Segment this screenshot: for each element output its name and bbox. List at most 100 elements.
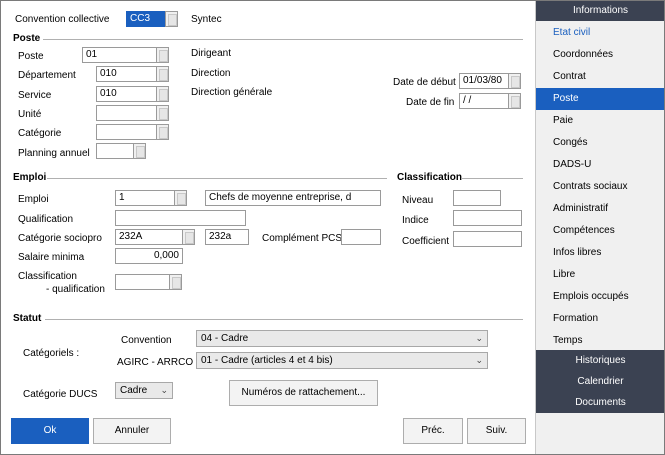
csp-lookup-button[interactable]	[182, 229, 195, 245]
salaire-input[interactable]: 0,000	[115, 248, 183, 264]
agirc-select[interactable]: 01 - Cadre (articles 4 et 4 bis) ⌄	[196, 352, 488, 369]
indice-input[interactable]	[453, 210, 522, 226]
indice-label: Indice	[402, 215, 429, 226]
categorie-lookup-button[interactable]	[156, 124, 169, 140]
classification-divider	[461, 178, 523, 179]
sidebar-item-infos-libres[interactable]: Infos libres	[536, 242, 664, 264]
convention-code-input[interactable]: CC3	[126, 11, 166, 27]
ducs-value: Cadre	[120, 385, 148, 396]
ducs-label: Catégorie DUCS	[23, 389, 98, 400]
sidebar-header: Informations	[536, 1, 664, 21]
chevron-down-icon: ⌄	[475, 355, 483, 365]
unite-label: Unité	[18, 109, 42, 120]
emploi-desc-input[interactable]: Chefs de moyenne entreprise, d	[205, 190, 381, 206]
sidebar-item-contrats-sociaux[interactable]: Contrats sociaux	[536, 176, 664, 198]
suiv-button[interactable]: Suiv.	[467, 418, 526, 444]
service-desc: Direction générale	[191, 87, 273, 98]
service-input[interactable]: 010	[96, 86, 157, 102]
statut-divider	[45, 319, 523, 320]
classif-label-2: - qualification	[46, 284, 105, 295]
emploi-divider	[47, 178, 387, 179]
classif-lookup-button[interactable]	[169, 274, 182, 290]
departement-lookup-button[interactable]	[156, 66, 169, 82]
agirc-label: AGIRC - ARRCO	[117, 357, 194, 368]
service-lookup-button[interactable]	[156, 86, 169, 102]
poste-lookup-button[interactable]	[156, 47, 169, 63]
rattachement-button[interactable]: Numéros de rattachement...	[229, 380, 378, 406]
unite-input[interactable]	[96, 105, 157, 121]
departement-desc: Direction	[191, 68, 231, 79]
date-fin-input[interactable]: / /	[459, 93, 509, 109]
classif-label-1: Classification	[18, 271, 77, 282]
convention-name: Syntec	[191, 14, 222, 25]
coefficient-input[interactable]	[453, 231, 522, 247]
ducs-select[interactable]: Cadre ⌄	[115, 382, 173, 399]
sidebar-item-documents[interactable]: Documents	[536, 392, 664, 413]
statut-convention-select[interactable]: 04 - Cadre ⌄	[196, 330, 488, 347]
statut-convention-label: Convention	[121, 335, 172, 346]
niveau-label: Niveau	[402, 195, 434, 206]
csp-input[interactable]: 232A	[115, 229, 183, 245]
statut-section-title: Statut	[13, 313, 42, 324]
annuler-button[interactable]: Annuler	[93, 418, 171, 444]
chevron-down-icon: ⌄	[160, 385, 168, 395]
service-label: Service	[18, 90, 52, 101]
pcs-input[interactable]	[341, 229, 381, 245]
emploi-code-input[interactable]: 1	[115, 190, 175, 206]
date-fin-label: Date de fin	[406, 97, 455, 108]
date-debut-input[interactable]: 01/03/80	[459, 73, 509, 89]
employee-window: Convention collective CC3 Syntec Poste P…	[0, 0, 665, 455]
qualification-input[interactable]	[115, 210, 246, 226]
emploi-label: Emploi	[18, 194, 49, 205]
sidebar-item-historiques[interactable]: Historiques	[536, 350, 664, 371]
sidebar-item-coordonnees[interactable]: Coordonnées	[536, 44, 664, 66]
convention-lookup-button[interactable]	[165, 11, 178, 27]
statut-convention-value: 04 - Cadre	[201, 333, 249, 344]
date-debut-picker[interactable]	[508, 73, 521, 89]
sidebar-item-paie[interactable]: Paie	[536, 110, 664, 132]
planning-input[interactable]	[96, 143, 134, 159]
ok-button[interactable]: Ok	[11, 418, 89, 444]
csp-label: Catégorie sociopro	[18, 233, 102, 244]
coefficient-label: Coefficient	[402, 236, 450, 247]
categoriels-label: Catégoriels :	[23, 348, 80, 359]
poste-section-title: Poste	[13, 33, 41, 44]
sidebar-item-etat-civil[interactable]: Etat civil	[536, 22, 664, 44]
sidebar-item-emplois-occupes[interactable]: Emplois occupés	[536, 286, 664, 308]
poste-input[interactable]: 01	[82, 47, 157, 63]
sidebar-item-dads-u[interactable]: DADS-U	[536, 154, 664, 176]
chevron-down-icon: ⌄	[475, 333, 483, 343]
poste-label: Poste	[18, 51, 44, 62]
classif-input[interactable]	[115, 274, 170, 290]
sidebar-item-administratif[interactable]: Administratif	[536, 198, 664, 220]
convention-label: Convention collective	[15, 14, 110, 25]
sidebar-item-contrat[interactable]: Contrat	[536, 66, 664, 88]
departement-input[interactable]: 010	[96, 66, 157, 82]
prec-button[interactable]: Préc.	[403, 418, 463, 444]
emploi-section-title: Emploi	[13, 172, 47, 183]
salaire-label: Salaire minima	[18, 252, 85, 263]
pcs-label: Complément PCS	[262, 233, 343, 244]
classification-section-title: Classification	[397, 172, 463, 183]
departement-label: Département	[18, 70, 76, 81]
sidebar-item-poste[interactable]: Poste	[536, 88, 664, 110]
niveau-input[interactable]	[453, 190, 501, 206]
sidebar-item-formation[interactable]: Formation	[536, 308, 664, 330]
date-debut-label: Date de début	[393, 77, 456, 88]
poste-desc: Dirigeant	[191, 48, 232, 59]
csp-code2-input[interactable]: 232a	[205, 229, 249, 245]
emploi-lookup-button[interactable]	[174, 190, 187, 206]
sidebar: Informations Etat civil Coordonnées Cont…	[535, 1, 664, 454]
agirc-value: 01 - Cadre (articles 4 et 4 bis)	[201, 355, 333, 366]
planning-lookup-button[interactable]	[133, 143, 146, 159]
date-fin-picker[interactable]	[508, 93, 521, 109]
sidebar-item-calendrier[interactable]: Calendrier	[536, 371, 664, 392]
sidebar-item-temps[interactable]: Temps	[536, 330, 664, 352]
sidebar-item-competences[interactable]: Compétences	[536, 220, 664, 242]
sidebar-item-libre[interactable]: Libre	[536, 264, 664, 286]
categorie-input[interactable]	[96, 124, 157, 140]
categorie-label: Catégorie	[18, 128, 62, 139]
qualification-label: Qualification	[18, 214, 74, 225]
unite-lookup-button[interactable]	[156, 105, 169, 121]
sidebar-item-conges[interactable]: Congés	[536, 132, 664, 154]
